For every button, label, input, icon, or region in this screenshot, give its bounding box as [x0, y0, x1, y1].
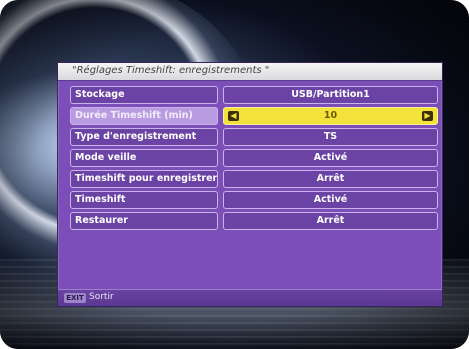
setting-row-mode-veille[interactable]: Mode veille Activé: [70, 149, 438, 167]
setting-value[interactable]: Activé: [223, 191, 438, 209]
setting-label: Timeshift: [70, 191, 218, 209]
setting-value[interactable]: USB/Partition1: [223, 86, 438, 104]
setting-row-timeshift[interactable]: Timeshift Activé: [70, 191, 438, 209]
setting-label: Restaurer: [70, 212, 218, 230]
tv-screen: "Réglages Timeshift: enregistrements " S…: [0, 0, 469, 349]
setting-row-timeshift-pour-enregistrer[interactable]: Timeshift pour enregistrer Arrêt: [70, 170, 438, 188]
right-arrow-icon[interactable]: ▶: [422, 111, 433, 121]
left-arrow-icon[interactable]: ◀: [228, 111, 239, 121]
setting-value[interactable]: Arrêt: [223, 212, 438, 230]
settings-list: Stockage USB/Partition1 Durée Timeshift …: [70, 86, 438, 233]
menu-footer: EXIT Sortir: [58, 289, 442, 306]
setting-row-restaurer[interactable]: Restaurer Arrêt: [70, 212, 438, 230]
setting-value[interactable]: Arrêt: [223, 170, 438, 188]
timeshift-settings-menu: "Réglages Timeshift: enregistrements " S…: [57, 62, 443, 307]
setting-label: Timeshift pour enregistrer: [70, 170, 218, 188]
setting-value-selector[interactable]: ◀ 10 ▶: [223, 107, 438, 125]
setting-value[interactable]: Activé: [223, 149, 438, 167]
menu-titlebar: "Réglages Timeshift: enregistrements ": [58, 63, 442, 81]
setting-value[interactable]: TS: [223, 128, 438, 146]
menu-title: "Réglages Timeshift: enregistrements ": [72, 65, 270, 76]
setting-value-text: 10: [323, 110, 338, 121]
setting-label: Type d'enregistrement: [70, 128, 218, 146]
setting-label: Mode veille: [70, 149, 218, 167]
setting-label: Durée Timeshift (min): [70, 107, 218, 125]
setting-row-type-enregistrement[interactable]: Type d'enregistrement TS: [70, 128, 438, 146]
setting-label: Stockage: [70, 86, 218, 104]
setting-row-duree-timeshift[interactable]: Durée Timeshift (min) ◀ 10 ▶: [70, 107, 438, 125]
setting-row-stockage[interactable]: Stockage USB/Partition1: [70, 86, 438, 104]
exit-label: Sortir: [89, 292, 114, 302]
exit-key-icon[interactable]: EXIT: [64, 293, 86, 303]
